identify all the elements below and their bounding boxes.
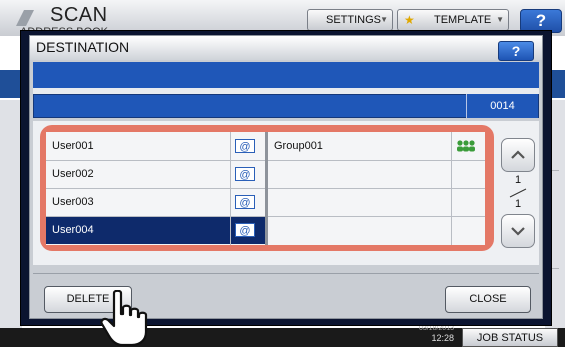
list-item[interactable]: User002 @ [46, 160, 265, 188]
divider [33, 273, 539, 274]
job-status-button[interactable]: JOB STATUS [462, 328, 558, 347]
dialog-title: DESTINATION [36, 39, 130, 55]
template-button[interactable]: ★ TEMPLATE ▼ [397, 9, 509, 31]
list-item[interactable]: Group001 [268, 132, 485, 160]
column-divider [451, 132, 452, 245]
email-icon: @ [235, 195, 255, 209]
column-divider [265, 132, 268, 245]
list-item-name: User001 [52, 140, 94, 152]
chevron-down-icon: ▼ [496, 15, 504, 24]
destination-list: User001 @ User002 @ User003 @ User004 @ … [46, 132, 485, 245]
dialog-header-band [33, 62, 539, 88]
page-total: 1 [514, 198, 522, 210]
dialog-titlebar: DESTINATION ? [30, 36, 542, 61]
divider [551, 268, 559, 269]
divider [551, 170, 559, 171]
destination-dialog: DESTINATION ? 0014 User001 @ User002 @ U… [20, 30, 552, 326]
pointer-hand-icon [100, 290, 148, 347]
email-icon: @ [235, 167, 255, 181]
list-item-empty[interactable] [268, 160, 485, 188]
page-slash [509, 188, 527, 198]
chevron-up-icon [511, 150, 525, 159]
svg-text:@: @ [239, 141, 250, 153]
column-divider [230, 132, 231, 245]
list-item-name: User002 [52, 168, 94, 180]
status-date: 03/18/2013 [418, 325, 454, 332]
list-item-empty[interactable] [268, 216, 485, 244]
dialog-panel: DESTINATION ? 0014 User001 @ User002 @ U… [29, 35, 543, 319]
list-item-name: User003 [52, 196, 94, 208]
list-item[interactable]: User003 @ [46, 188, 265, 216]
star-icon: ★ [404, 13, 415, 27]
scroll-up-button[interactable] [501, 138, 535, 172]
svg-text:@: @ [239, 225, 250, 237]
app-title: SCAN [50, 4, 108, 26]
template-label: TEMPLATE [434, 14, 492, 26]
group-icon [457, 140, 475, 152]
list-item-name: User004 [52, 224, 94, 236]
email-icon: @ [235, 139, 255, 153]
settings-label: SETTINGS [326, 14, 382, 26]
list-item-selected[interactable]: User004 @ [46, 216, 265, 244]
scroll-down-button[interactable] [501, 214, 535, 248]
chevron-down-icon: ▼ [380, 15, 388, 24]
list-item[interactable]: User001 @ [46, 132, 265, 160]
background-panel [0, 70, 22, 98]
list-item-name: Group001 [274, 140, 323, 152]
dialog-help-button[interactable]: ? [498, 41, 534, 61]
chevron-down-icon [511, 227, 525, 236]
scan-icon [16, 10, 34, 26]
page-current: 1 [514, 174, 522, 186]
close-button[interactable]: CLOSE [445, 286, 531, 313]
list-item-empty[interactable] [268, 188, 485, 216]
svg-text:@: @ [239, 197, 250, 209]
settings-button[interactable]: SETTINGS ▼ [307, 9, 393, 31]
svg-text:@: @ [239, 169, 250, 181]
email-icon: @ [235, 223, 255, 237]
destination-count-bar [33, 94, 539, 118]
status-time: 12:28 [431, 333, 454, 343]
background-panel [0, 100, 22, 328]
destination-count: 0014 [466, 94, 538, 118]
